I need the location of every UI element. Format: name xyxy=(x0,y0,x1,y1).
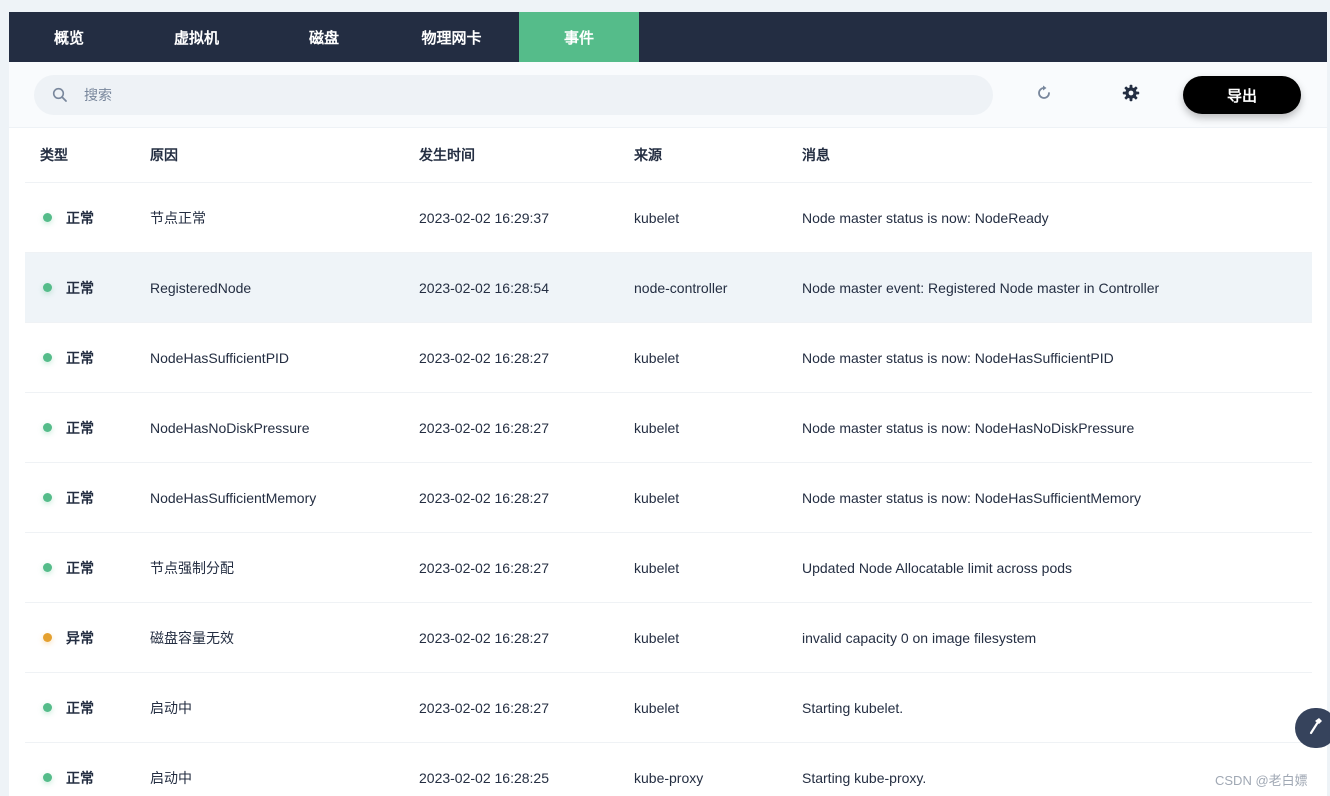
type-cell: 正常 xyxy=(25,558,150,578)
time-cell: 2023-02-02 16:29:37 xyxy=(419,209,549,226)
header-source[interactable]: 来源 xyxy=(634,145,802,165)
type-label: 正常 xyxy=(66,699,94,716)
reason-cell: 节点正常 xyxy=(150,209,206,226)
type-label: 正常 xyxy=(66,349,94,366)
type-cell: 正常 xyxy=(25,488,150,508)
status-dot-icon xyxy=(43,493,52,502)
search-input[interactable] xyxy=(84,87,944,103)
type-label: 正常 xyxy=(66,279,94,296)
time-cell: 2023-02-02 16:28:25 xyxy=(419,769,549,786)
settings-button[interactable] xyxy=(1118,82,1144,108)
time-cell: 2023-02-02 16:28:27 xyxy=(419,699,549,716)
source-cell: kubelet xyxy=(634,489,680,506)
time-cell: 2023-02-02 16:28:27 xyxy=(419,349,549,366)
type-cell: 异常 xyxy=(25,628,150,648)
table-row[interactable]: 正常 RegisteredNode 2023-02-02 16:28:54 node-… xyxy=(25,253,1312,323)
table-row[interactable]: 异常 磁盘容量无效 2023-02-02 16:28:27 kubelet invali… xyxy=(25,603,1312,673)
source-cell: kubelet xyxy=(634,559,680,576)
message-cell: Node master status is now: NodeHasSuffic… xyxy=(802,489,1141,506)
message-cell: Starting kubelet. xyxy=(802,699,904,716)
search-icon xyxy=(52,87,68,103)
time-cell: 2023-02-02 16:28:27 xyxy=(419,629,549,646)
type-cell: 正常 xyxy=(25,278,150,298)
time-cell: 2023-02-02 16:28:27 xyxy=(419,489,549,506)
status-dot-icon xyxy=(43,213,52,222)
search-box[interactable] xyxy=(34,75,993,115)
type-label: 异常 xyxy=(66,629,94,646)
message-cell: Node master status is now: NodeHasNoDisk… xyxy=(802,419,1135,436)
message-cell: Node master status is now: NodeReady xyxy=(802,209,1049,226)
header-time[interactable]: 发生时间 xyxy=(419,145,634,165)
time-cell: 2023-02-02 16:28:27 xyxy=(419,559,549,576)
table-row[interactable]: 正常 启动中 2023-02-02 16:28:27 kubelet Starting … xyxy=(25,673,1312,743)
table-row[interactable]: 正常 NodeHasSufficientPID 2023-02-02 16:28:2… xyxy=(25,323,1312,393)
type-label: 正常 xyxy=(66,489,94,506)
reason-cell: NodeHasSufficientMemory xyxy=(150,489,317,506)
table-row[interactable]: 正常 启动中 2023-02-02 16:28:25 kube-proxy Starti… xyxy=(25,743,1312,796)
hammer-icon xyxy=(1307,717,1323,740)
time-cell: 2023-02-02 16:28:27 xyxy=(419,419,549,436)
watermark: CSDN @老白嫖 xyxy=(1215,773,1308,788)
table-header: 类型 原因 发生时间 来源 消息 xyxy=(25,128,1312,183)
refresh-button[interactable] xyxy=(1031,82,1057,108)
header-reason[interactable]: 原因 xyxy=(150,145,419,165)
tab-disks[interactable]: 磁盘 xyxy=(264,12,384,62)
tab-overview[interactable]: 概览 xyxy=(9,12,129,62)
type-label: 正常 xyxy=(66,559,94,576)
table-row[interactable]: 正常 NodeHasSufficientMemory 2023-02-02 16:2… xyxy=(25,463,1312,533)
status-dot-icon xyxy=(43,703,52,712)
status-dot-icon xyxy=(43,353,52,362)
source-cell: kube-proxy xyxy=(634,769,704,786)
table-body: 正常 节点正常 2023-02-02 16:29:37 kubelet Node mas… xyxy=(25,183,1312,796)
type-cell: 正常 xyxy=(25,348,150,368)
events-panel: 概览 虚拟机 磁盘 物理网卡 事件 搜索 导出 类型 原因 发生时间 来源 消息… xyxy=(9,12,1327,796)
tab-events[interactable]: 事件 xyxy=(519,12,639,62)
type-label: 正常 xyxy=(66,209,94,226)
status-dot-icon xyxy=(43,633,52,642)
refresh-icon xyxy=(1035,84,1053,107)
reason-cell: 启动中 xyxy=(150,769,192,786)
status-dot-icon xyxy=(43,423,52,432)
status-dot-icon xyxy=(43,563,52,572)
type-label: 正常 xyxy=(66,769,94,786)
source-cell: kubelet xyxy=(634,209,680,226)
tab-physical-nics[interactable]: 物理网卡 xyxy=(384,12,519,62)
header-message[interactable]: 消息 xyxy=(802,145,1312,165)
source-cell: kubelet xyxy=(634,629,680,646)
type-label: 正常 xyxy=(66,419,94,436)
source-cell: kubelet xyxy=(634,699,680,716)
reason-cell: 节点强制分配 xyxy=(150,559,234,576)
table-row[interactable]: 正常 NodeHasNoDiskPressure 2023-02-02 16:28:… xyxy=(25,393,1312,463)
reason-cell: 磁盘容量无效 xyxy=(150,629,234,646)
message-cell: Updated Node Allocatable limit across po… xyxy=(802,559,1073,576)
events-table: 类型 原因 发生时间 来源 消息 正常 节点正常 2023-02-02 16:29:… xyxy=(25,128,1312,796)
table-row[interactable]: 正常 节点正常 2023-02-02 16:29:37 kubelet Node mas… xyxy=(25,183,1312,253)
reason-cell: RegisteredNode xyxy=(150,279,252,296)
header-type[interactable]: 类型 xyxy=(25,145,150,165)
status-dot-icon xyxy=(43,773,52,782)
type-cell: 正常 xyxy=(25,698,150,718)
message-cell: Node master event: Registered Node maste… xyxy=(802,279,1160,296)
reason-cell: 启动中 xyxy=(150,699,192,716)
reason-cell: NodeHasNoDiskPressure xyxy=(150,419,310,436)
export-button[interactable]: 导出 xyxy=(1183,76,1301,114)
source-cell: node-controller xyxy=(634,279,728,296)
time-cell: 2023-02-02 16:28:54 xyxy=(419,279,549,296)
type-cell: 正常 xyxy=(25,208,150,228)
type-cell: 正常 xyxy=(25,768,150,788)
message-cell: invalid capacity 0 on image filesystem xyxy=(802,629,1037,646)
type-cell: 正常 xyxy=(25,418,150,438)
source-cell: kubelet xyxy=(634,419,680,436)
toolbar: 导出 xyxy=(9,62,1327,128)
gear-icon xyxy=(1122,84,1140,107)
source-cell: kubelet xyxy=(634,349,680,366)
table-row[interactable]: 正常 节点强制分配 2023-02-02 16:28:27 kubelet Update… xyxy=(25,533,1312,603)
tool-float-button[interactable] xyxy=(1295,708,1330,748)
status-dot-icon xyxy=(43,283,52,292)
reason-cell: NodeHasSufficientPID xyxy=(150,349,290,366)
tab-bar: 概览 虚拟机 磁盘 物理网卡 事件 xyxy=(9,12,1327,62)
message-cell: Node master status is now: NodeHasSuffic… xyxy=(802,349,1114,366)
tab-vms[interactable]: 虚拟机 xyxy=(129,12,264,62)
